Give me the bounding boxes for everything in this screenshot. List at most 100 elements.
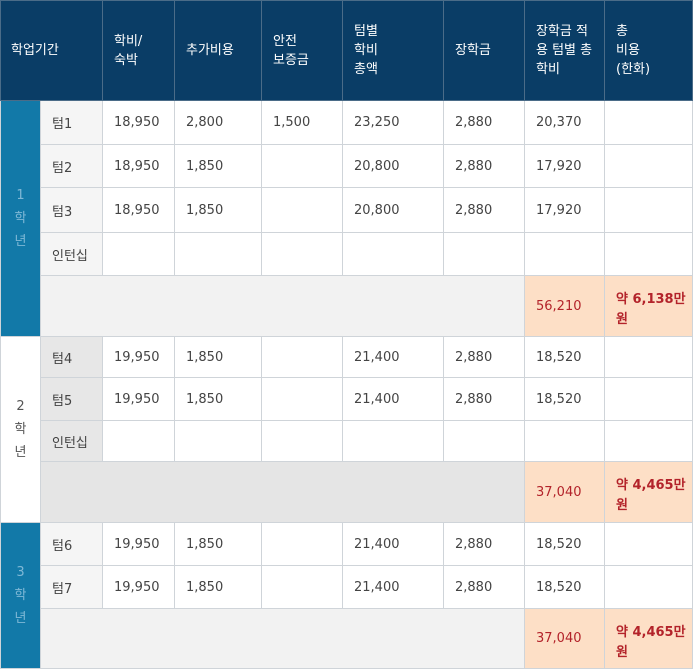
net-cell bbox=[524, 420, 605, 462]
tuition-cost-table: 학업기간 학비/ 숙박 추가비용 안전 보증금 텀별 학비 총액 장학금 장학금… bbox=[0, 0, 693, 669]
header-tuition-housing: 학비/ 숙박 bbox=[102, 0, 175, 101]
table-row: 텀7 19,950 1,850 21,400 2,880 18,520 bbox=[1, 565, 693, 609]
extra-cell bbox=[174, 420, 262, 462]
net-cell: 18,520 bbox=[524, 522, 605, 566]
year-2-net-sum: 37,040 bbox=[524, 461, 605, 523]
net-cell: 18,520 bbox=[524, 336, 605, 378]
tuition-cell bbox=[102, 420, 175, 462]
table-row: 1 학 년 텀1 18,950 2,800 1,500 23,250 2,880… bbox=[0, 100, 693, 337]
year-1-label: 1 학 년 bbox=[0, 100, 41, 337]
header-safety-deposit: 안전 보증금 bbox=[261, 0, 343, 101]
net-cell bbox=[524, 232, 605, 276]
year-3-label: 3 학 년 bbox=[0, 522, 41, 669]
summary-row: 37,040 약 4,465만 원 bbox=[1, 608, 693, 669]
year-1-net-sum: 56,210 bbox=[524, 275, 605, 337]
net-cell: 18,520 bbox=[524, 565, 605, 609]
scholarship-cell bbox=[443, 232, 525, 276]
table-row: 인턴십 bbox=[1, 420, 693, 462]
table-row: 3 학 년 텀6 19,950 1,850 21,400 2,880 18,52… bbox=[0, 522, 693, 669]
deposit-cell bbox=[261, 565, 343, 609]
extra-cell: 2,800 bbox=[174, 100, 262, 145]
krw-cell bbox=[604, 336, 693, 378]
net-cell: 20,370 bbox=[524, 100, 605, 145]
krw-cell bbox=[604, 522, 693, 566]
tuition-cell: 19,950 bbox=[102, 522, 175, 566]
term-label: 텀7 bbox=[40, 565, 103, 609]
scholarship-cell: 2,880 bbox=[443, 144, 525, 188]
krw-cell bbox=[604, 144, 693, 188]
header-net-term-total: 장학금 적 용 텀별 총 학비 bbox=[524, 0, 605, 101]
total-cell: 20,800 bbox=[342, 187, 444, 233]
deposit-cell bbox=[261, 522, 343, 566]
extra-cell: 1,850 bbox=[174, 377, 262, 421]
term-label: 인턴십 bbox=[40, 420, 103, 462]
deposit-cell bbox=[261, 232, 343, 276]
header-extra-cost: 추가비용 bbox=[174, 0, 262, 101]
extra-cell: 1,850 bbox=[174, 522, 262, 566]
header-row: 학업기간 학비/ 숙박 추가비용 안전 보증금 텀별 학비 총액 장학금 장학금… bbox=[0, 0, 693, 101]
total-cell: 20,800 bbox=[342, 144, 444, 188]
scholarship-cell: 2,880 bbox=[443, 565, 525, 609]
year-2-label: 2 학 년 bbox=[0, 336, 41, 523]
net-cell: 17,920 bbox=[524, 144, 605, 188]
deposit-cell bbox=[261, 336, 343, 378]
extra-cell: 1,850 bbox=[174, 187, 262, 233]
header-study-period: 학업기간 bbox=[0, 0, 103, 101]
year-3-krw-sum: 약 4,465만 원 bbox=[604, 608, 693, 669]
summary-spacer bbox=[40, 608, 525, 669]
krw-cell bbox=[604, 565, 693, 609]
extra-cell bbox=[174, 232, 262, 276]
tuition-cell: 18,950 bbox=[102, 100, 175, 145]
term-label: 텀4 bbox=[40, 336, 103, 378]
year-2-krw-sum: 약 4,465만 원 bbox=[604, 461, 693, 523]
term-label: 텀2 bbox=[40, 144, 103, 188]
table-row: 2 학 년 텀4 19,950 1,850 21,400 2,880 18,52… bbox=[0, 336, 693, 523]
total-cell: 21,400 bbox=[342, 522, 444, 566]
header-total-krw: 총 비용 (한화) bbox=[604, 0, 693, 101]
deposit-cell bbox=[261, 377, 343, 421]
scholarship-cell: 2,880 bbox=[443, 336, 525, 378]
total-cell: 23,250 bbox=[342, 100, 444, 145]
krw-cell bbox=[604, 187, 693, 233]
tuition-cell: 19,950 bbox=[102, 377, 175, 421]
scholarship-cell: 2,880 bbox=[443, 187, 525, 233]
scholarship-cell bbox=[443, 420, 525, 462]
scholarship-cell: 2,880 bbox=[443, 377, 525, 421]
table-row: 텀3 18,950 1,850 20,800 2,880 17,920 bbox=[1, 187, 693, 233]
net-cell: 18,520 bbox=[524, 377, 605, 421]
term-label: 텀5 bbox=[40, 377, 103, 421]
term-label: 텀3 bbox=[40, 187, 103, 233]
extra-cell: 1,850 bbox=[174, 565, 262, 609]
tuition-cell: 18,950 bbox=[102, 144, 175, 188]
summary-spacer bbox=[40, 275, 525, 337]
krw-cell bbox=[604, 100, 693, 145]
extra-cell: 1,850 bbox=[174, 336, 262, 378]
krw-cell bbox=[604, 377, 693, 421]
total-cell: 21,400 bbox=[342, 377, 444, 421]
extra-cell: 1,850 bbox=[174, 144, 262, 188]
tuition-table-container: 학업기간 학비/ 숙박 추가비용 안전 보증금 텀별 학비 총액 장학금 장학금… bbox=[0, 0, 693, 669]
term-label: 인턴십 bbox=[40, 232, 103, 276]
total-cell bbox=[342, 232, 444, 276]
deposit-cell bbox=[261, 187, 343, 233]
tuition-cell bbox=[102, 232, 175, 276]
summary-row: 37,040 약 4,465만 원 bbox=[1, 461, 693, 523]
net-cell: 17,920 bbox=[524, 187, 605, 233]
table-row: 텀2 18,950 1,850 20,800 2,880 17,920 bbox=[1, 144, 693, 188]
tuition-cell: 18,950 bbox=[102, 187, 175, 233]
header-term-total: 텀별 학비 총액 bbox=[342, 0, 444, 101]
total-cell: 21,400 bbox=[342, 565, 444, 609]
deposit-cell bbox=[261, 144, 343, 188]
summary-spacer bbox=[40, 461, 525, 523]
deposit-cell: 1,500 bbox=[261, 100, 343, 145]
table-row: 인턴십 bbox=[1, 232, 693, 276]
total-cell bbox=[342, 420, 444, 462]
table-row: 텀5 19,950 1,850 21,400 2,880 18,520 bbox=[1, 377, 693, 421]
year-1-krw-sum: 약 6,138만 원 bbox=[604, 275, 693, 337]
krw-cell bbox=[604, 420, 693, 462]
deposit-cell bbox=[261, 420, 343, 462]
krw-cell bbox=[604, 232, 693, 276]
term-label: 텀1 bbox=[40, 100, 103, 145]
year-3-net-sum: 37,040 bbox=[524, 608, 605, 669]
header-scholarship: 장학금 bbox=[443, 0, 525, 101]
